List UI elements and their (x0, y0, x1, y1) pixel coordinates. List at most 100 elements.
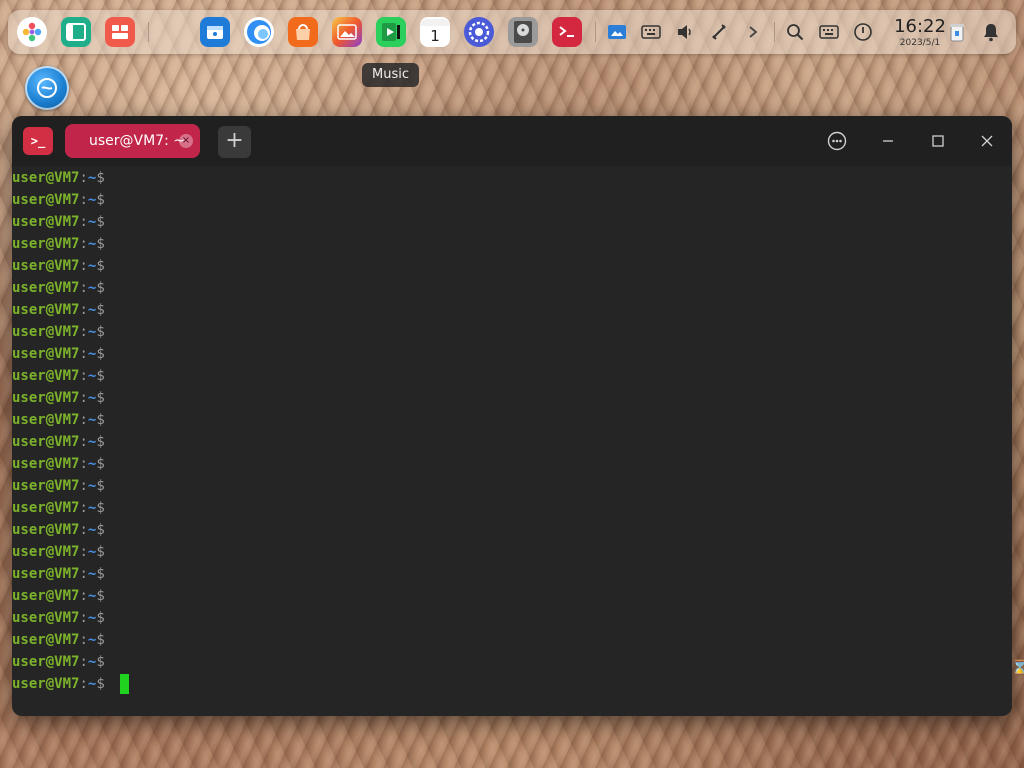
prompt-user: user@VM7 (12, 434, 80, 450)
dock-music-button[interactable] (374, 15, 408, 49)
prompt-user: user@VM7 (12, 588, 80, 604)
desktop-deepin-icon[interactable] (25, 66, 69, 110)
tab-close-icon[interactable]: × (179, 134, 193, 148)
prompt-user: user@VM7 (12, 192, 80, 208)
terminal-prompt-line: user@VM7:~$ (12, 233, 105, 255)
volume-icon (674, 21, 696, 43)
chevron-right-icon (742, 21, 764, 43)
prompt-user: user@VM7 (12, 214, 80, 230)
prompt-dollar: $ (96, 500, 105, 516)
terminal-prompt-line: user@VM7:~$ (12, 387, 105, 409)
prompt-separator: : (79, 236, 88, 252)
prompt-separator: : (79, 676, 88, 692)
dock-app-center-button[interactable] (286, 15, 320, 49)
control-center-icon (464, 17, 494, 47)
prompt-dollar: $ (96, 456, 105, 472)
music-tooltip: Music (362, 63, 419, 87)
tray-keyboard-button[interactable] (634, 15, 668, 49)
dock-multitask-button[interactable] (59, 15, 93, 49)
prompt-separator: : (79, 302, 88, 318)
dock-disk-utility-button[interactable] (506, 15, 540, 49)
browser-icon (244, 17, 274, 47)
keyboard-icon (640, 21, 662, 43)
prompt-separator: : (79, 346, 88, 362)
prompt-dollar: $ (96, 236, 105, 252)
file-manager-icon (105, 17, 135, 47)
window-menu-button[interactable] (824, 128, 850, 154)
prompt-separator: : (79, 412, 88, 428)
tray-trash-button[interactable] (940, 15, 974, 49)
maximize-button[interactable] (925, 128, 951, 154)
bell-icon (980, 21, 1002, 43)
terminal-content[interactable]: user@VM7:~$ user@VM7:~$ user@VM7:~$ user@VM… (12, 167, 1012, 716)
tray-power-button[interactable] (846, 15, 880, 49)
prompt-separator: : (79, 654, 88, 670)
prompt-user: user@VM7 (12, 280, 80, 296)
prompt-dollar: $ (96, 544, 105, 560)
dock-separator (148, 22, 149, 42)
tray-expand-button[interactable] (736, 15, 770, 49)
tray-notifications-button[interactable] (974, 15, 1008, 49)
terminal-prompt-line: user@VM7:~$ (12, 189, 105, 211)
dock-control-center-button[interactable] (462, 15, 496, 49)
dock-image-viewer-button[interactable] (330, 15, 364, 49)
tray-network-button[interactable] (702, 15, 736, 49)
trash-icon (946, 21, 968, 43)
prompt-user: user@VM7 (12, 500, 80, 516)
terminal-cursor (120, 674, 129, 694)
tray-onscreen-keyboard-button[interactable] (812, 15, 846, 49)
tray-volume-button[interactable] (668, 15, 702, 49)
prompt-separator: : (79, 368, 88, 384)
prompt-user: user@VM7 (12, 368, 80, 384)
dock-calendar-button[interactable]: 1 (418, 15, 452, 49)
close-button[interactable] (974, 128, 1000, 154)
prompt-user: user@VM7 (12, 676, 80, 692)
terminal-prompt-line: user@VM7:~$ (12, 497, 105, 519)
dock-app-store-button[interactable] (198, 15, 232, 49)
prompt-separator: : (79, 170, 88, 186)
minimize-button[interactable] (875, 128, 901, 154)
prompt-user: user@VM7 (12, 654, 80, 670)
prompt-separator: : (79, 192, 88, 208)
prompt-separator: : (79, 522, 88, 538)
prompt-dollar: $ (96, 368, 105, 384)
terminal-prompt-line: user@VM7:~$ (12, 409, 105, 431)
prompt-dollar: $ (96, 302, 105, 318)
prompt-dollar: $ (96, 412, 105, 428)
prompt-user: user@VM7 (12, 258, 80, 274)
prompt-dollar: $ (96, 192, 105, 208)
prompt-separator: : (79, 324, 88, 340)
prompt-user: user@VM7 (12, 324, 80, 340)
new-tab-button[interactable]: + (218, 126, 251, 158)
dock-terminal-button[interactable] (550, 15, 584, 49)
prompt-separator: : (79, 500, 88, 516)
terminal-prompt-line: user@VM7:~$ (12, 343, 105, 365)
prompt-user: user@VM7 (12, 610, 80, 626)
tray-screenshot-button[interactable] (600, 15, 634, 49)
music-icon (376, 17, 406, 47)
prompt-dollar: $ (96, 478, 105, 494)
prompt-dollar: $ (96, 588, 105, 604)
terminal-prompt-line: user@VM7:~$ (12, 673, 105, 695)
maximize-icon (932, 135, 944, 147)
prompt-separator: : (79, 478, 88, 494)
tray-search-button[interactable] (778, 15, 812, 49)
prompt-dollar: $ (96, 632, 105, 648)
prompt-dollar: $ (96, 522, 105, 538)
prompt-separator: : (79, 456, 88, 472)
dock-file-manager-button[interactable] (103, 15, 137, 49)
tab-terminal[interactable]: user@VM7: ~ × (65, 124, 200, 158)
prompt-separator: : (79, 544, 88, 560)
prompt-dollar: $ (96, 170, 105, 186)
prompt-dollar: $ (96, 214, 105, 230)
dock-launcher-button[interactable] (15, 15, 49, 49)
prompt-separator: : (79, 258, 88, 274)
disk-utility-icon (508, 17, 538, 47)
terminal-prompt-line: user@VM7:~$ (12, 431, 105, 453)
prompt-dollar: $ (96, 654, 105, 670)
window-titlebar[interactable]: >_ user@VM7: ~ × + (12, 116, 1012, 166)
launcher-icon (17, 17, 47, 47)
prompt-separator: : (79, 588, 88, 604)
dock-browser-button[interactable] (242, 15, 276, 49)
prompt-user: user@VM7 (12, 456, 80, 472)
